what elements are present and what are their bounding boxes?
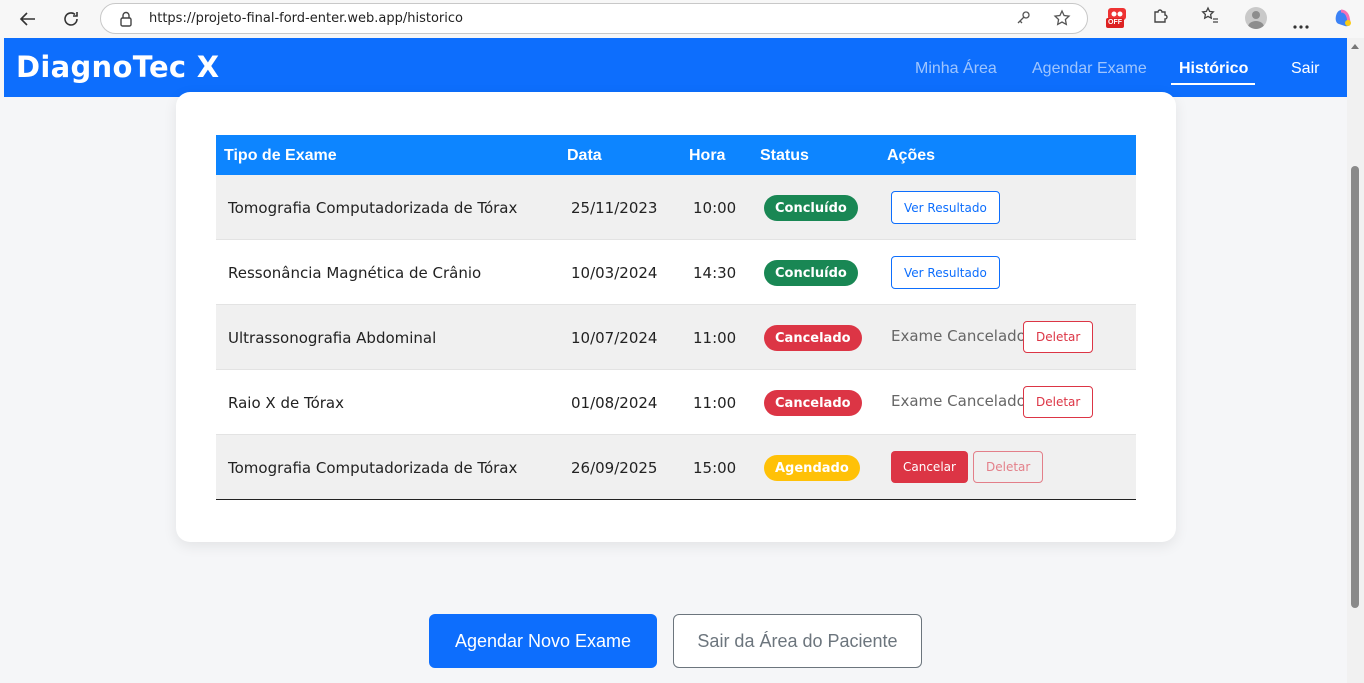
exam-date: 25/11/2023 bbox=[571, 199, 658, 217]
nav-historico[interactable]: Histórico bbox=[1179, 60, 1248, 78]
table-row: Ultrassonografia Abdominal 10/07/2024 11… bbox=[216, 305, 1136, 370]
exam-name: Raio X de Tórax bbox=[228, 394, 344, 412]
nav-minha-area[interactable]: Minha Área bbox=[915, 60, 997, 78]
url-text: https://projeto-final-ford-enter.web.app… bbox=[149, 11, 463, 26]
column-header-status: Status bbox=[760, 147, 809, 164]
favorites-icon[interactable] bbox=[1201, 6, 1219, 29]
cancelled-note: Exame Cancelado bbox=[891, 327, 1026, 345]
exam-date: 26/09/2025 bbox=[571, 459, 658, 477]
status-badge: Agendado bbox=[764, 455, 860, 481]
exit-patient-area-button[interactable]: Sair da Área do Paciente bbox=[673, 614, 922, 668]
delete-button[interactable]: Deletar bbox=[1023, 386, 1094, 418]
column-header-time: Hora bbox=[689, 147, 726, 164]
table-row: Tomografia Computadorizada de Tórax 25/1… bbox=[216, 175, 1136, 240]
active-nav-underline bbox=[1171, 83, 1255, 85]
exam-time: 11:00 bbox=[693, 329, 737, 347]
exam-date: 10/07/2024 bbox=[571, 329, 658, 347]
page-scrollbar[interactable] bbox=[1347, 38, 1364, 683]
exam-time: 14:30 bbox=[693, 264, 737, 282]
address-bar[interactable]: https://projeto-final-ford-enter.web.app… bbox=[100, 3, 1088, 34]
status-badge: Concluído bbox=[764, 260, 858, 286]
exam-time: 15:00 bbox=[693, 459, 737, 477]
exam-name: Tomografia Computadorizada de Tórax bbox=[228, 199, 518, 217]
column-header-actions: Ações bbox=[887, 147, 936, 164]
app-navbar: DiagnoTec X Minha Área Agendar Exame His… bbox=[4, 38, 1347, 97]
scroll-up-arrow-icon[interactable] bbox=[1351, 44, 1359, 49]
schedule-new-exam-button[interactable]: Agendar Novo Exame bbox=[429, 614, 657, 668]
profile-avatar[interactable] bbox=[1245, 7, 1267, 29]
column-header-date: Data bbox=[567, 147, 602, 164]
exam-date: 01/08/2024 bbox=[571, 394, 658, 412]
exam-name: Ultrassonografia Abdominal bbox=[228, 329, 437, 347]
exam-time: 11:00 bbox=[693, 394, 737, 412]
lock-icon bbox=[118, 10, 134, 33]
status-badge: Cancelado bbox=[764, 325, 862, 351]
back-arrow-icon[interactable] bbox=[10, 1, 46, 37]
view-result-button[interactable]: Ver Resultado bbox=[891, 191, 1000, 224]
scrollbar-thumb[interactable] bbox=[1351, 166, 1359, 608]
puzzle-icon[interactable] bbox=[1152, 6, 1170, 29]
copilot-icon[interactable] bbox=[1333, 7, 1355, 34]
cancel-exam-button[interactable]: Cancelar bbox=[891, 451, 968, 483]
status-badge: Concluído bbox=[764, 195, 858, 221]
table-row: Raio X de Tórax 01/08/2024 11:00 Cancela… bbox=[216, 370, 1136, 435]
nav-agendar-exame[interactable]: Agendar Exame bbox=[1032, 60, 1147, 78]
exam-history-table: Tipo de Exame Data Hora Status Ações Tom… bbox=[216, 135, 1136, 500]
column-header-exam: Tipo de Exame bbox=[224, 147, 337, 164]
history-card: Tipo de Exame Data Hora Status Ações Tom… bbox=[176, 92, 1176, 542]
more-menu-icon[interactable] bbox=[1292, 16, 1310, 34]
exam-time: 10:00 bbox=[693, 199, 737, 217]
browser-toolbar: https://projeto-final-ford-enter.web.app… bbox=[0, 0, 1364, 38]
star-icon[interactable] bbox=[1053, 9, 1071, 32]
exam-name: Ressonância Magnética de Crânio bbox=[228, 264, 482, 282]
reload-icon[interactable] bbox=[53, 1, 89, 37]
exam-date: 10/03/2024 bbox=[571, 264, 658, 282]
exam-name: Tomografia Computadorizada de Tórax bbox=[228, 459, 518, 477]
view-result-button[interactable]: Ver Resultado bbox=[891, 256, 1000, 289]
key-icon[interactable] bbox=[1015, 10, 1031, 31]
table-header: Tipo de Exame Data Hora Status Ações bbox=[216, 135, 1136, 175]
extension-off-badge: OFF bbox=[1106, 18, 1124, 28]
delete-button[interactable]: Deletar bbox=[1023, 321, 1094, 353]
delete-button-disabled: Deletar bbox=[973, 451, 1044, 483]
status-badge: Cancelado bbox=[764, 390, 862, 416]
cancelled-note: Exame Cancelado bbox=[891, 392, 1026, 410]
table-row: Ressonância Magnética de Crânio 10/03/20… bbox=[216, 240, 1136, 305]
brand-logo[interactable]: DiagnoTec X bbox=[16, 50, 219, 84]
table-row: Tomografia Computadorizada de Tórax 26/0… bbox=[216, 435, 1136, 500]
nav-sair[interactable]: Sair bbox=[1291, 60, 1319, 78]
